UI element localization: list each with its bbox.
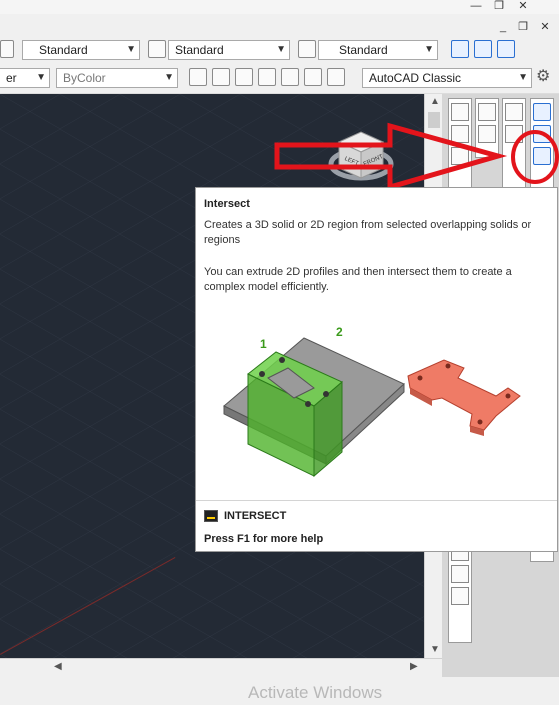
drawing-window-controls: _ ❐ ✕ [0, 16, 559, 36]
chevron-down-icon: ▼ [126, 44, 136, 55]
intersect-tooltip: Intersect Creates a 3D solid or 2D regio… [195, 187, 558, 552]
tooltip-title: Intersect [204, 198, 250, 210]
intersect-icon[interactable] [533, 147, 551, 165]
cone-icon[interactable] [212, 68, 230, 86]
styles-toolbar: Standard ▼ Standard ▼ Standard ▼ [0, 37, 559, 66]
layer-match-icon[interactable] [451, 587, 469, 605]
ucs-red-axis [0, 557, 176, 655]
minimize-button[interactable]: — [465, 0, 487, 14]
chevron-down-icon: ▼ [518, 72, 528, 83]
viewcube[interactable]: LEFT FRONT [325, 128, 395, 188]
chevron-down-icon: ▼ [36, 72, 46, 83]
box-3d-icon[interactable] [478, 125, 496, 143]
text-style-value: Standard [39, 43, 88, 57]
abc-spell-icon[interactable] [451, 565, 469, 583]
dim-style-select[interactable]: Standard ▼ [168, 40, 290, 60]
workspace-select[interactable]: AutoCAD Classic ▼ [362, 68, 532, 88]
solids-toolbar [475, 98, 499, 158]
chevron-down-icon: ▼ [276, 44, 286, 55]
sphere-icon[interactable] [281, 68, 299, 86]
tooltip-detail: You can extrude 2D profiles and then int… [204, 266, 512, 293]
torus-icon[interactable] [327, 68, 345, 86]
workspace-grid-icon[interactable] [451, 40, 469, 58]
intersect-result-shape [407, 359, 521, 431]
text-style-select[interactable]: Standard ▼ [22, 40, 140, 60]
tooltip-separator [196, 500, 557, 501]
subtract-icon[interactable] [533, 125, 551, 143]
copy-icon[interactable] [451, 125, 469, 143]
label-solid-2: 2 [336, 325, 343, 339]
close-button[interactable]: ✕ [512, 0, 534, 14]
label-solid-1: 1 [260, 337, 267, 351]
workspace-value: AutoCAD Classic [369, 71, 462, 85]
properties-toolbar: er ▼ ByColor ▼ AutoCAD Classic ▼ ⚙ [0, 65, 559, 94]
wedge-icon[interactable] [304, 68, 322, 86]
scroll-up-icon[interactable]: ▲ [430, 96, 440, 107]
erase-icon[interactable] [451, 103, 469, 121]
doc-close-button[interactable]: ✕ [534, 21, 556, 35]
union-icon[interactable] [533, 103, 551, 121]
layer-select[interactable]: er ▼ [0, 68, 50, 88]
restore-button[interactable]: ❐ [488, 0, 510, 14]
pyramid-icon[interactable] [258, 68, 276, 86]
chevron-down-icon: ▼ [424, 44, 434, 55]
spline-icon[interactable] [474, 40, 492, 58]
mirror-icon[interactable] [451, 147, 469, 165]
cylinder-icon[interactable] [235, 68, 253, 86]
intersect-illustration: 1 2 [223, 325, 521, 478]
scroll-left-icon[interactable]: ◀ [54, 661, 62, 672]
extrude-icon[interactable] [505, 103, 523, 121]
chevron-down-icon: ▼ [164, 72, 174, 83]
tooltip-command-name: INTERSECT [224, 510, 287, 522]
gear-icon[interactable]: ⚙ [536, 68, 550, 86]
table-style-select[interactable]: Standard ▼ [318, 40, 438, 60]
vertical-scroll-thumb[interactable] [428, 112, 440, 128]
dim-style-value: Standard [175, 43, 224, 57]
table-style-value: Standard [339, 43, 388, 57]
activate-windows-watermark: Activate Windows [248, 683, 383, 702]
command-line-icon [204, 510, 218, 522]
scroll-down-icon[interactable]: ▼ [430, 644, 440, 655]
color-value: ByColor [63, 71, 106, 85]
layer-value: er [6, 71, 17, 85]
scroll-right-icon[interactable]: ▶ [410, 661, 418, 672]
tooltip-description: Creates a 3D solid or 2D region from sel… [204, 219, 532, 246]
array-icon[interactable] [497, 40, 515, 58]
title-bar: — ❐ ✕ [0, 0, 559, 14]
tooltip-help-hint: Press F1 for more help [204, 533, 324, 545]
dim-style-icon[interactable] [148, 40, 166, 58]
table-style-icon[interactable] [298, 40, 316, 58]
grid-icon[interactable] [478, 103, 496, 121]
color-select[interactable]: ByColor ▼ [56, 68, 178, 88]
text-style-icon[interactable] [0, 40, 14, 58]
box-icon[interactable] [189, 68, 207, 86]
horizontal-scrollbar[interactable]: ◀ ▶ [0, 658, 442, 677]
doc-restore-button[interactable]: ❐ [512, 21, 534, 35]
revolve-icon[interactable] [505, 125, 523, 143]
doc-minimize-button[interactable]: _ [492, 21, 514, 35]
